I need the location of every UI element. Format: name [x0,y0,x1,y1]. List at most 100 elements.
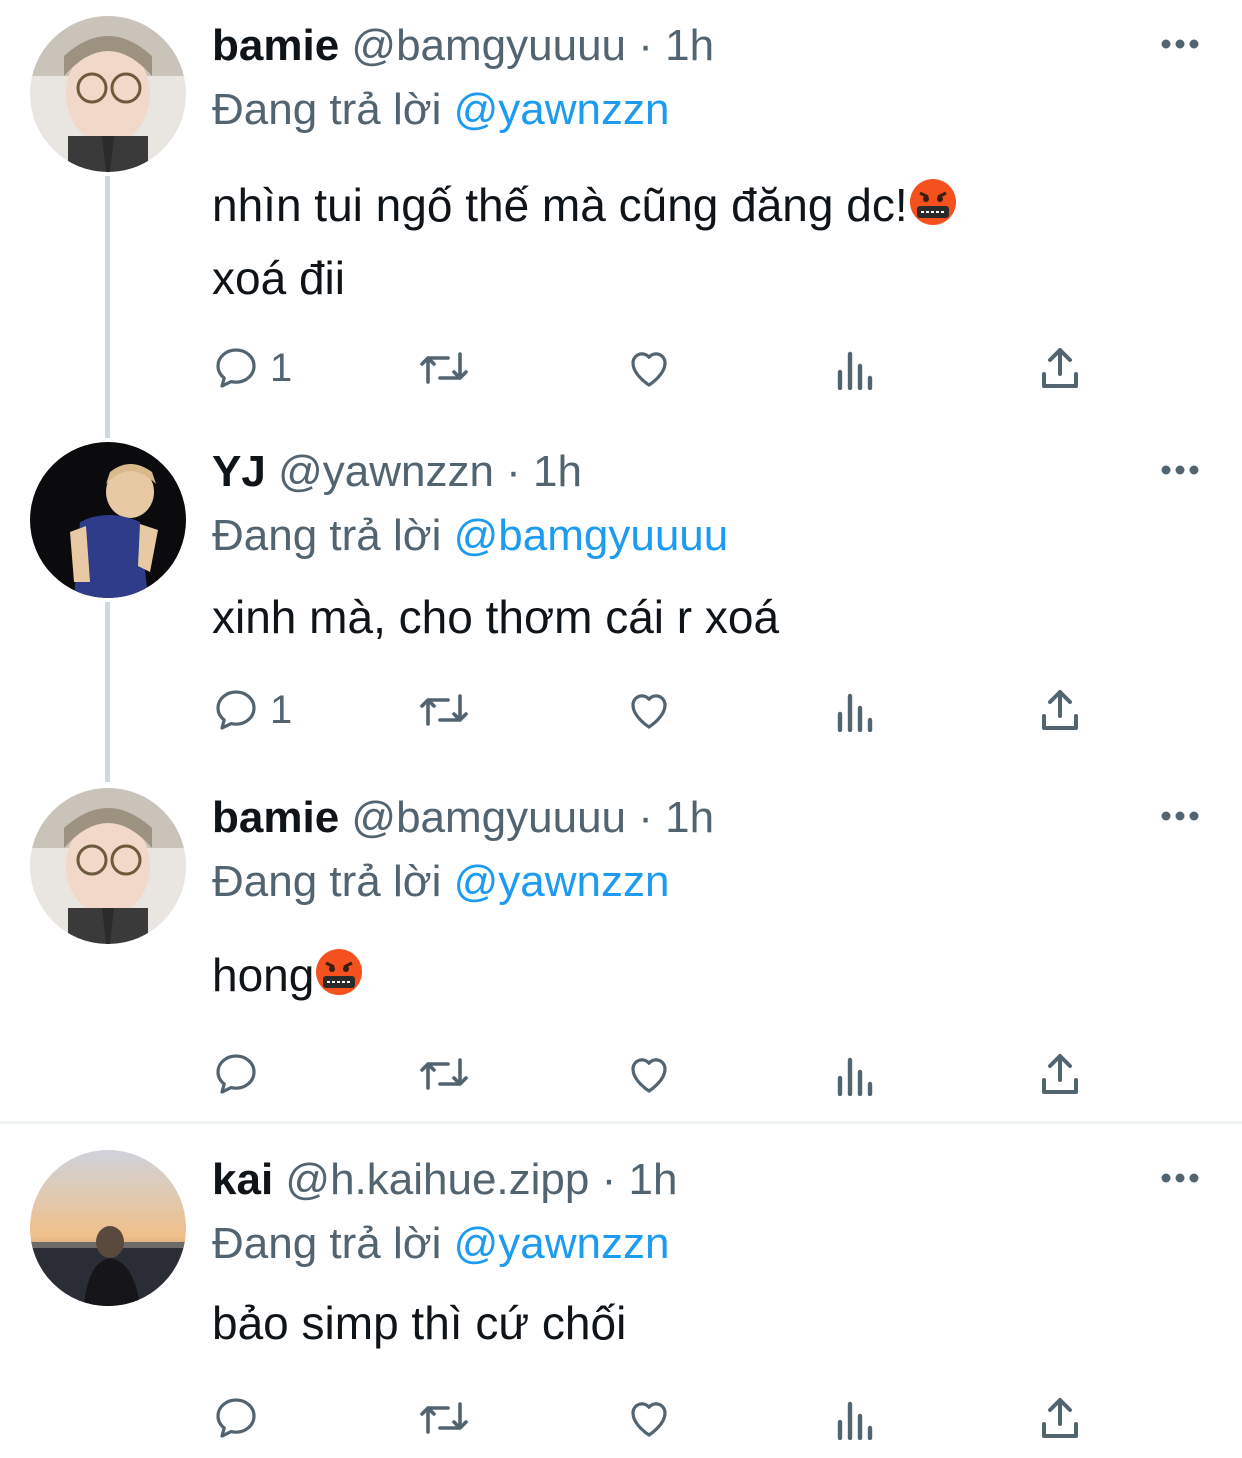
share-button[interactable] [1038,1388,1082,1448]
user-handle[interactable]: @h.kaihue.zipp [285,1155,589,1204]
tweet-divider [0,1121,1242,1124]
avatar[interactable] [30,1150,186,1306]
reply-icon [216,1398,256,1438]
reply-count: 1 [270,687,293,732]
replying-to: Đang trả lời @yawnzzn [212,84,669,136]
avatar[interactable] [30,788,186,944]
reply-prefix: Đang trả lời [212,511,442,560]
reply-mention[interactable]: @yawnzzn [454,1219,670,1268]
views-icon [837,693,873,732]
retweet-icon [420,1058,468,1090]
views-icon [837,351,873,390]
tweet-2[interactable]: YJ @yawnzzn · 1h Đang trả lời @bamgyuuuu… [0,426,1242,766]
views-icon [837,1057,873,1096]
views-button[interactable] [834,680,878,740]
tweet-header: bamie @bamgyuuuu · 1h [212,792,714,844]
reply-count: 1 [270,345,293,390]
share-icon [1042,1054,1078,1094]
views-button[interactable] [834,1044,878,1104]
tweet-text-line: nhìn tui ngố thế mà cũng đăng dc! [212,179,908,231]
like-icon [631,1402,667,1437]
tweet-header: bamie @bamgyuuuu · 1h [212,20,714,72]
retweet-button[interactable] [416,1044,472,1104]
replying-to: Đang trả lời @bamgyuuuu [212,510,728,562]
avatar[interactable] [30,16,186,172]
user-handle[interactable]: @bamgyuuuu [351,21,626,70]
reply-mention[interactable]: @yawnzzn [454,85,670,134]
user-handle[interactable]: @bamgyuuuu [351,793,626,842]
display-name[interactable]: bamie [212,21,339,70]
separator-dot: · [506,447,521,496]
share-button[interactable] [1038,1044,1082,1104]
timestamp[interactable]: 1h [665,21,714,70]
like-button[interactable] [624,680,674,740]
share-icon [1042,348,1078,388]
like-icon [631,1058,667,1093]
display-name[interactable]: kai [212,1155,273,1204]
reply-prefix: Đang trả lời [212,85,442,134]
views-button[interactable] [834,1388,878,1448]
timestamp[interactable]: 1h [533,447,582,496]
like-button[interactable] [624,1044,674,1104]
like-button[interactable] [624,338,674,398]
avatar[interactable] [30,442,186,598]
reply-icon [216,690,256,730]
reply-icon [216,1054,256,1094]
more-options-icon [1161,465,1199,475]
like-icon [631,694,667,729]
views-button[interactable] [834,338,878,398]
yj-avatar-icon [30,442,186,598]
action-bar [212,1388,1112,1448]
like-icon [631,352,667,387]
user-handle[interactable]: @yawnzzn [278,447,494,496]
timestamp[interactable]: 1h [665,793,714,842]
more-options-button[interactable] [1158,448,1202,492]
reply-button[interactable]: 1 [212,680,292,740]
reply-button[interactable] [212,1044,260,1104]
more-options-icon [1161,39,1199,49]
kai-avatar-icon [30,1150,186,1306]
reply-prefix: Đang trả lời [212,857,442,906]
retweet-icon [420,694,468,726]
display-name[interactable]: YJ [212,447,266,496]
action-bar: 1 [212,680,1112,740]
more-options-button[interactable] [1158,22,1202,66]
reply-button[interactable]: 1 [212,338,292,398]
more-options-icon [1161,811,1199,821]
tweet-header: YJ @yawnzzn · 1h [212,446,582,498]
timestamp[interactable]: 1h [629,1155,678,1204]
action-bar [212,1044,1112,1104]
retweet-icon [420,352,468,384]
bamie-avatar-icon [30,16,186,172]
tweet-text: nhìn tui ngố thế mà cũng đăng dc! xoá đi… [212,172,958,312]
reply-icon [216,348,256,388]
share-button[interactable] [1038,680,1082,740]
retweet-button[interactable] [416,680,472,740]
more-options-button[interactable] [1158,794,1202,838]
tweet-4[interactable]: kai @h.kaihue.zipp · 1h Đang trả lời @ya… [0,1134,1242,1458]
tweet-1[interactable]: bamie @bamgyuuuu · 1h Đang trả lời @yawn… [0,0,1242,420]
symbols-over-mouth-emoji [908,177,958,245]
share-button[interactable] [1038,338,1082,398]
retweet-button[interactable] [416,338,472,398]
reply-mention[interactable]: @bamgyuuuu [454,511,729,560]
reply-button[interactable] [212,1388,260,1448]
tweet-3[interactable]: bamie @bamgyuuuu · 1h Đang trả lời @yawn… [0,772,1242,1120]
share-icon [1042,1398,1078,1438]
reply-prefix: Đang trả lời [212,1219,442,1268]
separator-dot: · [638,793,653,842]
bamie-avatar-icon [30,788,186,944]
more-options-button[interactable] [1158,1156,1202,1200]
separator-dot: · [638,21,653,70]
tweet-text-line: xinh mà, cho thơm cái r xoá [212,591,780,643]
retweet-icon [420,1402,468,1434]
replying-to: Đang trả lời @yawnzzn [212,1218,669,1270]
display-name[interactable]: bamie [212,793,339,842]
action-bar: 1 [212,338,1112,398]
retweet-button[interactable] [416,1388,472,1448]
separator-dot: · [601,1155,617,1204]
reply-mention[interactable]: @yawnzzn [454,857,670,906]
tweet-text: bảo simp thì cứ chối [212,1290,626,1357]
like-button[interactable] [624,1388,674,1448]
share-icon [1042,690,1078,730]
